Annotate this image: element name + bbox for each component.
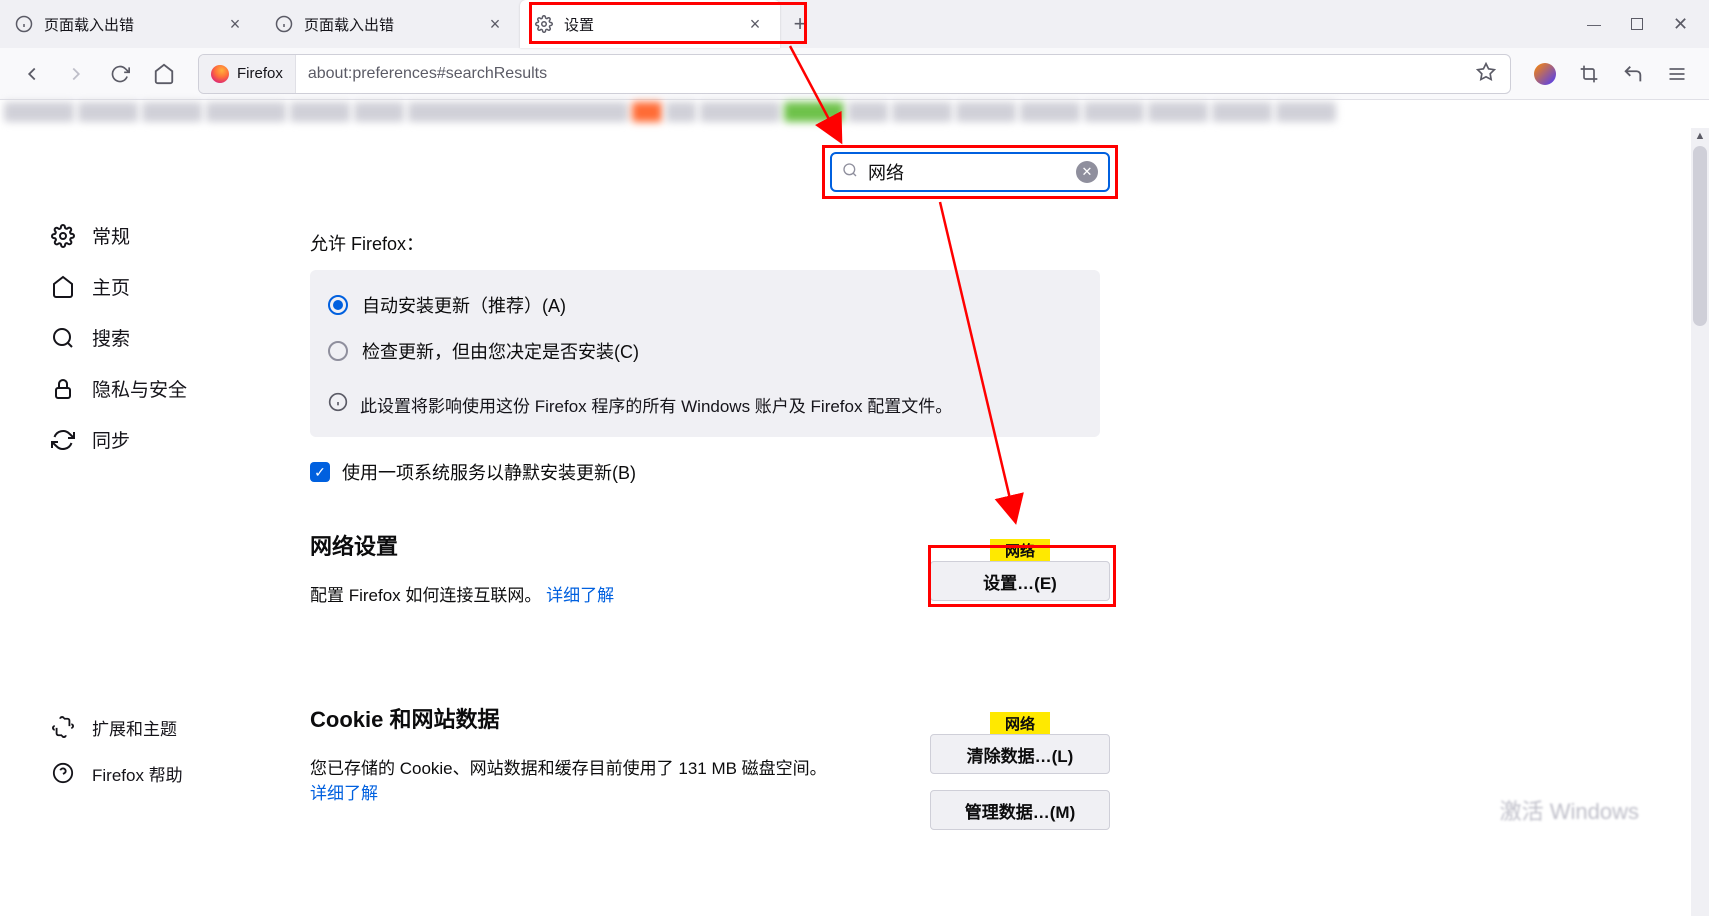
vertical-scrollbar[interactable]: ▲ [1691, 128, 1709, 916]
sidebar-label: 扩展和主题 [92, 715, 177, 740]
sync-icon [50, 427, 76, 453]
sidebar-label: 隐私与安全 [92, 375, 187, 402]
tab-label: 设置 [564, 14, 735, 35]
update-radio-auto[interactable]: 自动安装更新（推荐）(A) [310, 282, 1100, 328]
identity-label: Firefox [237, 65, 283, 82]
firefox-icon [211, 65, 229, 83]
sidebar-item-home[interactable]: 主页 [40, 261, 260, 312]
tab-settings[interactable]: 设置 × [520, 0, 780, 48]
search-icon [50, 325, 76, 351]
manage-data-button[interactable]: 管理数据…(M) [930, 790, 1110, 830]
search-highlight-tag: 网络 [990, 539, 1050, 561]
settings-sidebar: 常规 主页 搜索 隐私与安全 同步 [40, 210, 260, 465]
close-icon[interactable]: × [745, 14, 765, 34]
forward-button[interactable] [58, 56, 94, 92]
scroll-up-arrow-icon[interactable]: ▲ [1691, 130, 1709, 142]
sidebar-item-search[interactable]: 搜索 [40, 312, 260, 363]
lock-icon [50, 376, 76, 402]
tab-label: 页面载入出错 [304, 14, 475, 35]
home-button[interactable] [146, 56, 182, 92]
close-window-button[interactable]: ✕ [1673, 14, 1687, 35]
info-icon [14, 14, 34, 34]
settings-content: 允许 Firefox： 自动安装更新（推荐）(A) 检查更新，但由您决定是否安装… [310, 230, 1509, 804]
windows-watermark: 激活 Windows [1500, 794, 1639, 826]
bookmarks-bar [0, 100, 1709, 124]
reload-button[interactable] [102, 56, 138, 92]
sidebar-item-general[interactable]: 常规 [40, 210, 260, 261]
gear-icon [50, 223, 76, 249]
sidebar-label: 同步 [92, 426, 130, 453]
clear-data-button[interactable]: 清除数据…(L) [930, 734, 1110, 774]
info-text: 此设置将影响使用这份 Firefox 程序的所有 Windows 账户及 Fir… [360, 392, 952, 417]
update-options-box: 自动安装更新（推荐）(A) 检查更新，但由您决定是否安装(C) 此设置将影响使用… [310, 270, 1100, 437]
radio-checked-icon [328, 295, 348, 315]
sidebar-label: 常规 [92, 222, 130, 249]
sidebar-label: 搜索 [92, 324, 130, 351]
url-bar[interactable]: Firefox about:preferences#searchResults [198, 54, 1511, 94]
network-settings-button[interactable]: 设置…(E) [930, 561, 1110, 601]
checkbox-label: 使用一项系统服务以静默安装更新(B) [342, 459, 636, 485]
radio-unchecked-icon [328, 341, 348, 361]
sidebar-label: 主页 [92, 273, 130, 300]
toolbar: Firefox about:preferences#searchResults [0, 48, 1709, 100]
learn-more-link[interactable]: 详细了解 [310, 784, 378, 803]
radio-label: 自动安装更新（推荐）(A) [362, 292, 566, 318]
tab-error-1[interactable]: 页面载入出错 × [0, 0, 260, 48]
crop-icon[interactable] [1571, 56, 1607, 92]
identity-box[interactable]: Firefox [199, 55, 296, 93]
new-tab-button[interactable]: + [780, 0, 820, 48]
sidebar-item-privacy[interactable]: 隐私与安全 [40, 363, 260, 414]
gear-icon [534, 14, 554, 34]
search-value: 网络 [868, 159, 1066, 185]
network-section: 网络设置 配置 Firefox 如何连接互联网。 详细了解 网络 设置…(E) [310, 529, 1110, 606]
clear-search-icon[interactable]: ✕ [1076, 161, 1098, 183]
allow-firefox-label: 允许 Firefox： [310, 230, 1509, 256]
titlebar: 页面载入出错 × 页面载入出错 × 设置 × + — ✕ [0, 0, 1709, 48]
search-icon [842, 162, 858, 182]
tab-error-2[interactable]: 页面载入出错 × [260, 0, 520, 48]
settings-search-input[interactable]: 网络 ✕ [830, 152, 1110, 192]
bookmark-star-icon[interactable] [1462, 62, 1510, 86]
info-icon [328, 392, 348, 417]
window-controls: — ✕ [1565, 14, 1709, 35]
checkbox-checked-icon: ✓ [310, 462, 330, 482]
cookies-section: Cookie 和网站数据 您已存储的 Cookie、网站数据和缓存目前使用了 1… [310, 702, 1110, 804]
tab-label: 页面载入出错 [44, 14, 215, 35]
sidebar-item-sync[interactable]: 同步 [40, 414, 260, 465]
close-icon[interactable]: × [225, 14, 245, 34]
update-info: 此设置将影响使用这份 Firefox 程序的所有 Windows 账户及 Fir… [310, 374, 1100, 417]
maximize-button[interactable] [1631, 18, 1643, 30]
puzzle-icon [50, 714, 76, 740]
back-button[interactable] [14, 56, 50, 92]
close-icon[interactable]: × [485, 14, 505, 34]
tab-strip: 页面载入出错 × 页面载入出错 × 设置 × + [0, 0, 1565, 48]
search-highlight-tag: 网络 [990, 712, 1050, 734]
home-icon [50, 274, 76, 300]
scroll-thumb[interactable] [1693, 146, 1707, 326]
sidebar-label: Firefox 帮助 [92, 761, 183, 786]
learn-more-link[interactable]: 详细了解 [546, 586, 614, 605]
radio-label: 检查更新，但由您决定是否安装(C) [362, 338, 639, 364]
info-icon [274, 14, 294, 34]
url-text: about:preferences#searchResults [296, 65, 559, 83]
sidebar-item-extensions[interactable]: 扩展和主题 [40, 704, 280, 750]
update-radio-check[interactable]: 检查更新，但由您决定是否安装(C) [310, 328, 1100, 374]
background-service-checkbox[interactable]: ✓ 使用一项系统服务以静默安装更新(B) [310, 459, 1509, 485]
profile-button[interactable] [1527, 56, 1563, 92]
help-icon [50, 760, 76, 786]
minimize-button[interactable]: — [1587, 16, 1601, 32]
sidebar-item-help[interactable]: Firefox 帮助 [40, 750, 280, 796]
undo-icon[interactable] [1615, 56, 1651, 92]
sidebar-bottom: 扩展和主题 Firefox 帮助 [40, 704, 280, 796]
app-menu-button[interactable] [1659, 56, 1695, 92]
